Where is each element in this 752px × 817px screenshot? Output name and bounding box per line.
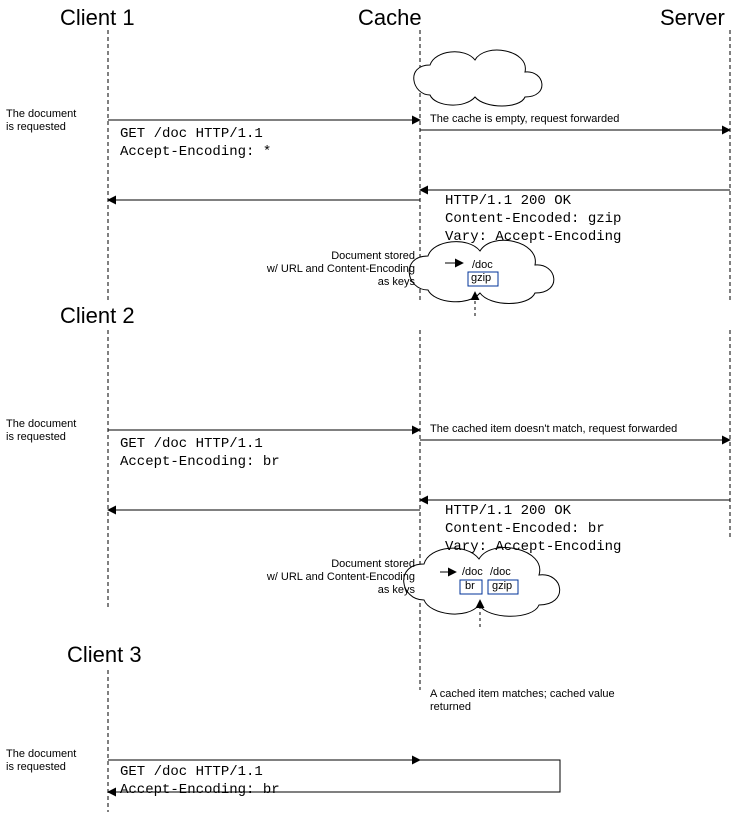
request-1: GET /doc HTTP/1.1 Accept-Encoding: * <box>120 125 271 161</box>
svg-text:/doc: /doc <box>490 566 511 578</box>
request-3: GET /doc HTTP/1.1 Accept-Encoding: br <box>120 763 280 799</box>
note-cached-match: A cached item matches; cached value retu… <box>430 688 615 714</box>
heading-client1: Client 1 <box>60 5 135 31</box>
cache-tag-gzip-1: gzip <box>471 272 491 284</box>
heading-client2: Client 2 <box>60 303 135 329</box>
heading-cache: Cache <box>358 5 422 31</box>
heading-client3: Client 3 <box>67 642 142 668</box>
response-1: HTTP/1.1 200 OK Content-Encoded: gzip Va… <box>445 192 621 246</box>
note-stored-1: Document stored w/ URL and Content-Encod… <box>265 250 415 289</box>
response-2: HTTP/1.1 200 OK Content-Encoded: br Vary… <box>445 502 621 556</box>
cache-tag-br: br <box>465 580 475 592</box>
svg-text:/doc: /doc <box>462 566 483 578</box>
note-stored-2: Document stored w/ URL and Content-Encod… <box>265 558 415 597</box>
note-doc-req-3: The document is requested <box>6 748 76 774</box>
request-2: GET /doc HTTP/1.1 Accept-Encoding: br <box>120 435 280 471</box>
svg-text:/doc: /doc <box>472 259 493 271</box>
note-doc-req-1: The document is requested <box>6 108 76 134</box>
cache-tag-gzip-2: gzip <box>492 580 512 592</box>
heading-server: Server <box>660 5 725 31</box>
note-fwd-nomatch: The cached item doesn't match, request f… <box>430 423 677 436</box>
note-doc-req-2: The document is requested <box>6 418 76 444</box>
note-fwd-empty: The cache is empty, request forwarded <box>430 113 619 126</box>
